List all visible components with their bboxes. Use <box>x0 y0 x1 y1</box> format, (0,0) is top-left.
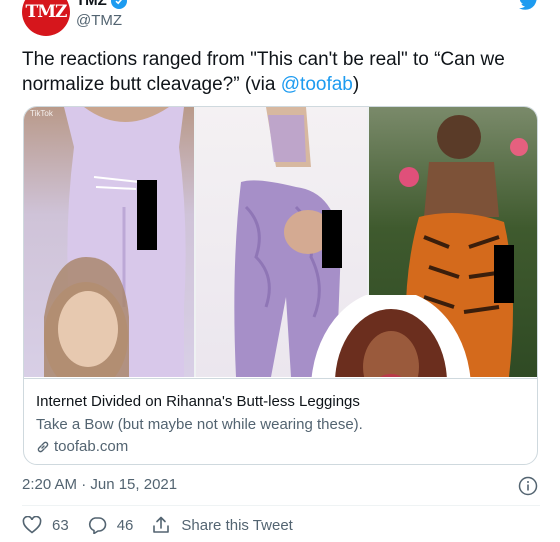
like-button[interactable]: 63 <box>22 516 69 534</box>
censor-bar <box>322 210 342 268</box>
avatar-text: TMZ <box>25 2 68 22</box>
twitter-bird-icon[interactable] <box>518 0 540 10</box>
tweet-text-body: The reactions ranged from "This can't be… <box>22 49 505 95</box>
link-card[interactable]: TikTok Internet Divided on Rihanna's But… <box>23 106 538 465</box>
name-row[interactable]: TMZ <box>76 0 127 9</box>
tweet-text: The reactions ranged from "This can't be… <box>22 47 542 97</box>
action-bar: 63 46 Share this Tweet <box>22 514 311 536</box>
heart-icon <box>22 516 42 534</box>
timestamp-row: 2:20 AM · Jun 15, 2021 <box>22 476 540 496</box>
card-domain-text: toofab.com <box>54 438 129 455</box>
censor-bar <box>137 180 157 250</box>
tweet-header: TMZ TMZ @TMZ <box>22 0 542 40</box>
tweet-text-tail: ) <box>352 74 360 95</box>
reply-icon <box>88 517 106 534</box>
mention-link[interactable]: @toofab <box>281 74 353 95</box>
link-icon <box>37 441 49 452</box>
like-count: 63 <box>52 516 69 534</box>
card-image[interactable]: TikTok <box>24 107 537 377</box>
card-title[interactable]: Internet Divided on Rihanna's Butt-less … <box>36 393 360 410</box>
reply-button[interactable]: 46 <box>87 516 134 534</box>
card-info[interactable]: Internet Divided on Rihanna's Butt-less … <box>24 378 537 464</box>
verified-badge-icon <box>110 0 127 9</box>
divider <box>22 505 540 506</box>
card-description: Take a Bow (but maybe not while wearing … <box>36 416 363 433</box>
card-domain: toofab.com <box>36 438 128 455</box>
handle[interactable]: @TMZ <box>76 12 122 29</box>
tiktok-watermark: TikTok <box>30 109 53 118</box>
image-panel-left: TikTok <box>24 107 194 377</box>
share-icon <box>153 516 170 533</box>
info-icon[interactable] <box>518 476 538 496</box>
share-button[interactable]: Share this Tweet <box>151 516 293 534</box>
censor-bar <box>494 245 514 303</box>
timestamp[interactable]: 2:20 AM · Jun 15, 2021 <box>22 476 177 493</box>
share-label: Share this Tweet <box>181 516 293 534</box>
avatar[interactable]: TMZ <box>22 0 70 36</box>
rihanna-inset-photo <box>311 295 471 377</box>
leggings-photo-1 <box>44 107 186 377</box>
display-name[interactable]: TMZ <box>76 0 107 9</box>
reply-count: 46 <box>116 516 134 534</box>
